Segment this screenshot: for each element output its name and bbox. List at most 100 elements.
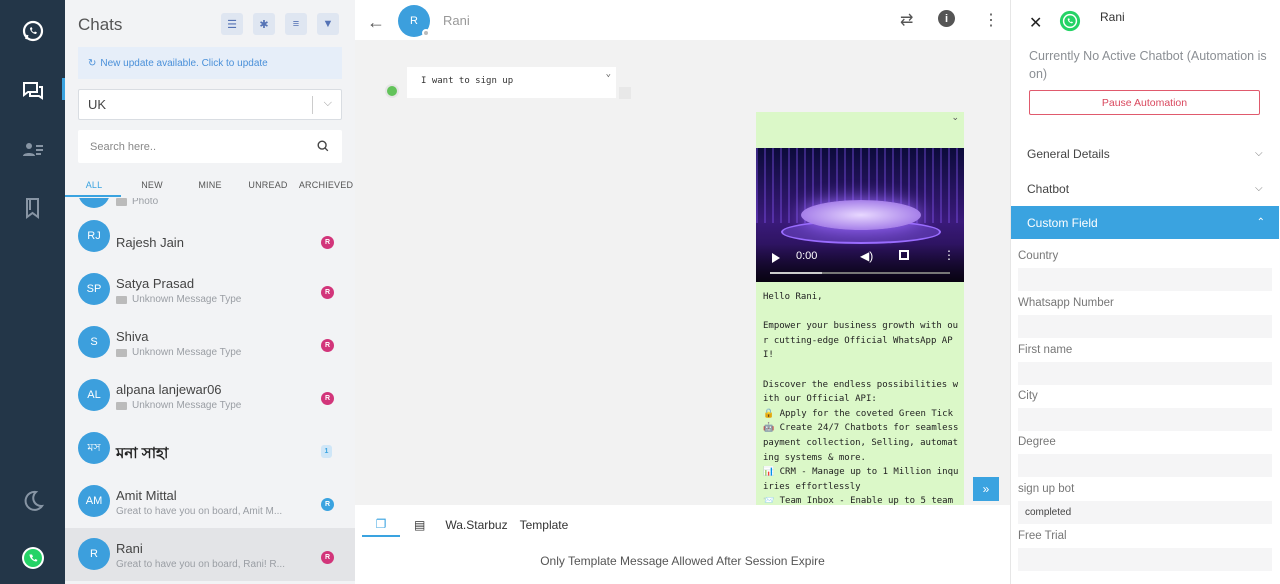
field-label: First name	[1018, 344, 1073, 356]
chat-header: ← R Rani ⇄ i ⋮	[355, 0, 1010, 40]
note-icon: ▤	[414, 518, 426, 532]
section-title: Custom Field	[1027, 215, 1098, 230]
field-input[interactable]: completed	[1018, 501, 1272, 524]
search-icon[interactable]	[316, 139, 330, 153]
update-banner-text: New update available. Click to update	[100, 57, 268, 69]
whatsapp-icon[interactable]	[18, 16, 48, 46]
custom-field: Country	[1018, 250, 1272, 291]
video-player[interactable]: 0:00 ◀) ⋮	[756, 148, 964, 282]
avatar: AM	[78, 485, 110, 517]
avatar: R	[78, 538, 110, 570]
custom-field: Degree	[1018, 436, 1272, 477]
list-item[interactable]: AL alpana lanjewar06 Unknown Message Typ…	[65, 369, 355, 422]
info-icon[interactable]: i	[938, 10, 955, 27]
filter-icon[interactable]: ▼	[317, 13, 339, 35]
field-label: Whatsapp Number	[1018, 297, 1114, 309]
avatar: SP	[78, 273, 110, 305]
list-item[interactable]: SP Satya Prasad Unknown Message Type R	[65, 263, 355, 316]
message-area[interactable]: I want to sign up ⌄ ⌄ 0:00 ◀) ⋮ Hello Ra…	[355, 40, 1010, 505]
active-tab-indicator	[65, 195, 121, 197]
refresh-icon: ↻	[88, 57, 97, 69]
bookmark-icon[interactable]	[18, 193, 48, 223]
bug-icon[interactable]: ✱	[253, 13, 275, 35]
scroll-down-icon[interactable]: »	[973, 477, 999, 501]
country-select[interactable]: UK ⌵	[78, 89, 342, 120]
more-icon[interactable]: ⋮	[983, 10, 999, 30]
chat-icon[interactable]	[18, 76, 48, 106]
tab-note[interactable]: ▤	[400, 513, 439, 537]
tab-new[interactable]: NEW	[123, 180, 181, 198]
outgoing-message[interactable]: ⌄ 0:00 ◀) ⋮ Hello Rani, Empower your bus…	[756, 112, 964, 505]
sort-icon[interactable]: ☰	[221, 13, 243, 35]
search-placeholder: Search here..	[90, 140, 157, 153]
incoming-message[interactable]: I want to sign up ⌄	[407, 67, 631, 99]
conversation-name: Rajesh Jain	[116, 235, 184, 250]
tab-copy[interactable]: ❐	[362, 513, 400, 537]
more-icon[interactable]: ⋮	[943, 248, 955, 262]
chevron-down-icon: ⌵	[1255, 183, 1263, 194]
back-arrow-icon[interactable]: ←	[367, 12, 385, 33]
avatar: AL	[78, 379, 110, 411]
list-item[interactable]: মস মনা সাহা 1	[65, 422, 355, 475]
field-input[interactable]	[1018, 362, 1272, 385]
field-input[interactable]	[1018, 408, 1272, 431]
field-input[interactable]	[1018, 268, 1272, 291]
field-input[interactable]	[1018, 454, 1272, 477]
fullscreen-icon[interactable]	[899, 250, 909, 260]
list-item[interactable]: R Rani Great to have you on board, Rani!…	[65, 528, 355, 581]
whatsapp-icon	[1059, 10, 1081, 32]
video-platform	[801, 200, 921, 230]
conversation-name: Amit Mittal	[116, 488, 177, 503]
filter-lines-icon[interactable]: ≡	[285, 13, 307, 35]
agent-badge: R	[321, 392, 334, 405]
chevron-down-icon[interactable]: ⌄	[606, 69, 611, 79]
section-title: Chatbot	[1027, 182, 1070, 196]
section-custom-field[interactable]: Custom Field ⌃	[1011, 206, 1279, 239]
contacts-icon[interactable]	[18, 135, 48, 165]
custom-field: First name	[1018, 344, 1272, 385]
volume-icon[interactable]: ◀)	[860, 249, 873, 263]
tab-template[interactable]: Template	[514, 513, 575, 537]
conversation-name: Shiva	[116, 329, 149, 344]
tab-unread[interactable]: UNREAD	[239, 180, 297, 198]
chat-contact-name: Rani	[443, 13, 470, 28]
reaction-placeholder	[619, 87, 631, 99]
avatar: S	[78, 326, 110, 358]
list-item[interactable]: S Shiva Unknown Message Type R	[65, 316, 355, 369]
copy-icon: ❐	[375, 517, 387, 531]
conversation-name: Rani	[116, 541, 143, 556]
video-controls: 0:00 ◀) ⋮	[756, 244, 964, 282]
search-input[interactable]: Search here..	[78, 130, 342, 163]
moon-icon[interactable]	[18, 486, 48, 516]
field-input[interactable]	[1018, 315, 1272, 338]
country-select-value: UK	[88, 97, 107, 112]
tab-archieved[interactable]: ARCHIEVED	[297, 180, 355, 198]
unread-count-badge: 1	[321, 445, 332, 458]
list-item[interactable]: Photo	[65, 198, 355, 210]
tab-mine[interactable]: MINE	[181, 180, 239, 198]
section-general-details[interactable]: General Details ⌵	[1027, 147, 1263, 161]
swap-icon[interactable]: ⇄	[900, 10, 913, 30]
tab-wa-starbuz[interactable]: Wa.Starbuz	[439, 513, 513, 537]
field-label: Country	[1018, 250, 1059, 262]
video-progress-bar[interactable]	[770, 272, 950, 274]
list-item[interactable]: RJ Rajesh Jain R	[65, 210, 355, 263]
list-item[interactable]: AM Amit Mittal Great to have you on boar…	[65, 475, 355, 528]
camera-icon	[116, 348, 127, 357]
video-time: 0:00	[796, 250, 818, 262]
incoming-message-text: I want to sign up	[421, 76, 514, 86]
play-icon[interactable]	[772, 253, 780, 263]
whatsapp-icon[interactable]	[18, 543, 48, 573]
chevron-down-icon[interactable]: ⌄	[951, 112, 959, 123]
chevron-up-icon: ⌃	[1256, 217, 1265, 228]
list-toolbar: ☰ ✱ ≡ ▼	[221, 13, 339, 35]
conversation-name: মনা সাহা	[116, 445, 169, 462]
section-chatbot[interactable]: Chatbot ⌵	[1027, 182, 1263, 196]
field-input[interactable]	[1018, 548, 1272, 571]
close-icon[interactable]: ✕	[1029, 13, 1042, 33]
section-title: General Details	[1027, 147, 1110, 161]
pause-automation-button[interactable]: Pause Automation	[1029, 90, 1260, 115]
camera-icon	[116, 401, 127, 410]
status-dot	[385, 84, 399, 98]
update-banner[interactable]: ↻ New update available. Click to update	[78, 47, 342, 79]
